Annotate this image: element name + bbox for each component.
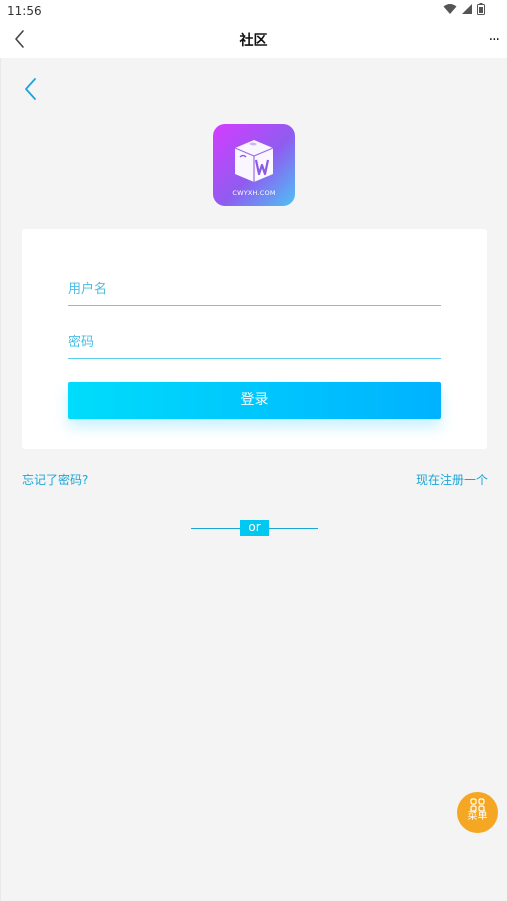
page-title: 社区 [239,33,268,49]
grid-icon [470,798,485,812]
status-bar: 11:56 [0,0,507,22]
logo-caption: CWYXH.COM [232,189,276,197]
signal-icon [462,4,472,14]
username-field [68,273,441,306]
username-input[interactable] [68,273,441,305]
divider-line-left [191,528,240,529]
wifi-icon [443,4,457,14]
forgot-password-link[interactable]: 忘记了密码? [22,471,88,488]
more-options-button[interactable]: ... [489,28,500,44]
login-card: 登录 [22,229,487,449]
or-label: or [240,520,269,536]
password-field [68,326,441,359]
password-input[interactable] [68,326,441,358]
login-button[interactable]: 登录 [68,382,441,419]
register-link[interactable]: 现在注册一个 [416,471,488,488]
divider-line-right [269,528,318,529]
or-divider: or [191,520,318,536]
menu-button-label: 菜单 [467,811,488,822]
page-back-arrow-icon[interactable] [21,76,41,102]
community-login-page: CWYXH.COM 登录 忘记了密码? 现在注册一个 or 菜单 [0,58,507,901]
battery-icon [477,3,485,15]
menu-button[interactable]: 菜单 [457,792,498,833]
app-logo: CWYXH.COM [213,124,295,206]
status-time: 11:56 [7,4,42,18]
top-navigation-bar: 社区 ... [0,22,507,58]
status-icons [443,3,485,15]
